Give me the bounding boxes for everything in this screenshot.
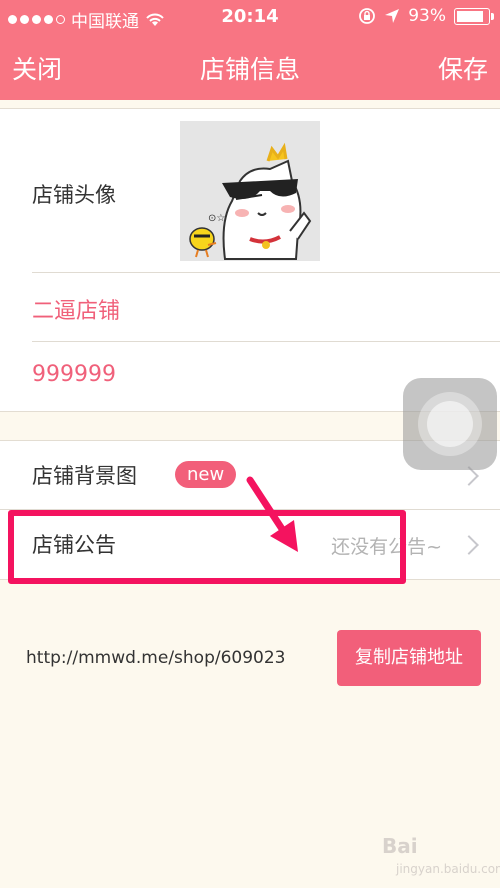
- shop-info-card: 店铺头像 ⊙☆ 二逼店铺 999999: [0, 108, 500, 412]
- wechat-value: 999999: [32, 362, 116, 387]
- avatar-label: 店铺头像: [32, 183, 116, 207]
- shop-name-row[interactable]: 二逼店铺: [0, 273, 500, 341]
- close-button[interactable]: 关闭: [12, 50, 62, 86]
- background-label: 店铺背景图: [32, 464, 137, 488]
- svg-text:⊙☆: ⊙☆: [208, 213, 225, 224]
- shop-name-value: 二逼店铺: [32, 299, 121, 324]
- highlight-box: [8, 510, 406, 584]
- shop-url: http://mmwd.me/shop/609023: [26, 648, 286, 668]
- status-bar: 中国联通 20:14 93%: [0, 0, 500, 34]
- assistive-touch-button[interactable]: [403, 378, 497, 470]
- copy-url-button[interactable]: 复制店铺地址: [337, 630, 481, 686]
- shop-avatar[interactable]: ⊙☆: [180, 121, 320, 261]
- chevron-right-icon: [459, 535, 479, 555]
- watermark-url: jingyan.baidu.com: [396, 862, 500, 876]
- watermark-logo: Bai: [382, 834, 418, 858]
- rotation-lock-icon: [359, 8, 376, 24]
- avatar-row[interactable]: 店铺头像 ⊙☆: [0, 109, 500, 272]
- annotation-arrow-icon: [246, 476, 298, 552]
- new-badge: new: [175, 461, 237, 488]
- location-arrow-icon: [385, 9, 400, 23]
- save-button[interactable]: 保存: [438, 50, 488, 86]
- battery-icon: [454, 7, 494, 25]
- battery-percent: 93%: [408, 6, 446, 26]
- nav-bar: 中国联通 20:14 93% 关闭 店铺信息 保存: [0, 0, 500, 100]
- cartoon-cat-avatar-icon: ⊙☆: [180, 121, 320, 261]
- page-title: 店铺信息: [199, 55, 300, 84]
